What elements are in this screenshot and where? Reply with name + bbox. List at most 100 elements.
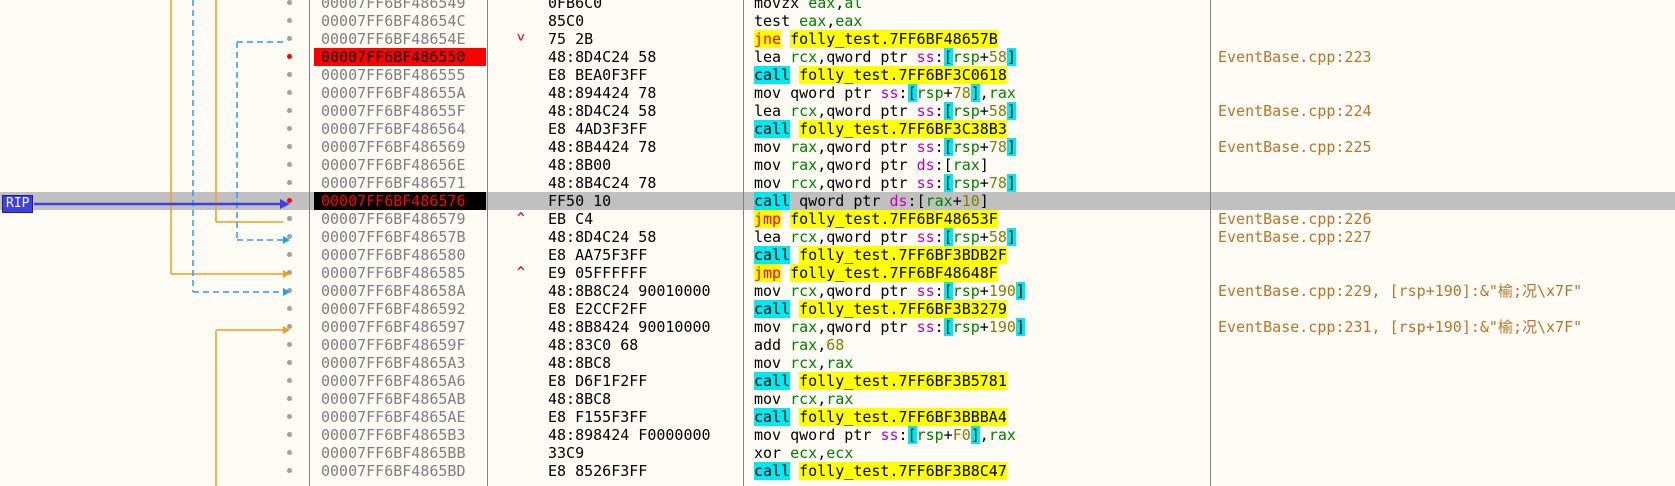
operand-seg: ss [880,426,899,444]
disassembly-cell[interactable]: mov rax,qword ptr ds:[rax] [754,156,989,174]
jump-up-arrow-icon: ^ [517,211,525,226]
disassembly-cell[interactable]: test eax,eax [754,12,862,30]
address-cell: 00007FF6BF486597 [321,318,466,336]
disassembly-cell[interactable]: call qword ptr ds:[rax+10] [754,192,989,210]
disassembly-cell[interactable]: call folly_test.7FF6BF3B8C47 [754,462,1007,480]
operand-sz: qword ptr [826,174,917,192]
disassembly-cell[interactable]: jmp folly_test.7FF6BF48653F [754,210,998,228]
operand-op: : [934,228,944,246]
disassembly-cell[interactable]: mov rax,qword ptr ss:[rsp+78] [754,138,1016,156]
disassembly-cell[interactable]: mov rax,qword ptr ss:[rsp+190] [754,318,1025,336]
operand-reg: rsp [952,102,980,120]
operand-target: folly_test.7FF6BF3BBBA4 [799,408,1007,426]
address-cell: 00007FF6BF486564 [321,120,466,138]
operand-reg: ecx [826,444,854,462]
comment-cell: EventBase.cpp:229, [rsp+190]:&"榆;况\x7F" [1218,282,1583,300]
operand-op: , [817,282,827,300]
operand-op: + [979,138,989,156]
operand-op: , [979,84,989,102]
operand-op: + [979,228,989,246]
operand-reg: rsp [952,174,980,192]
disassembly-cell[interactable]: mov qword ptr ss:[rsp+78],rax [754,84,1016,102]
address-cell: 00007FF6BF4865A3 [321,354,466,372]
address-cell: 00007FF6BF4865AE [321,408,466,426]
mnemonic: mov [754,354,782,372]
disassembly-cell[interactable]: call folly_test.7FF6BF3BBBA4 [754,408,1007,426]
mnemonic: mov [754,390,782,408]
operand-target: folly_test.7FF6BF3C38B3 [799,120,1007,138]
operand-reg: rsp [916,84,944,102]
operand-op: , [817,174,827,192]
comment-cell: EventBase.cpp:227 [1218,228,1372,246]
bytes-cell: E8 AA75F3FF [548,246,648,264]
operand-br: [ [943,138,953,156]
arrow-head-icon [283,270,290,278]
bytes-cell: 0FB6C0 [548,0,603,12]
address-cell: 00007FF6BF4865AB [321,390,466,408]
disassembly-cell[interactable]: mov rcx,rax [754,354,853,372]
mnemonic: jne [754,30,782,48]
operand-op: : [934,156,944,174]
disassembly-cell[interactable]: lea rcx,qword ptr ss:[rsp+58] [754,102,1016,120]
disassembly-cell[interactable]: movzx eax,al [754,0,862,12]
disassembly-cell[interactable]: mov rcx,rax [754,390,853,408]
disassembly-cell[interactable]: mov rcx,qword ptr ss:[rsp+190] [754,282,1025,300]
disassembly-cell[interactable]: lea rcx,qword ptr ss:[rsp+58] [754,48,1016,66]
bytes-cell: E8 E2CCF2FF [548,300,648,318]
mnemonic: mov [754,156,782,174]
operand-num: 58 [988,48,1007,66]
bytes-cell: 48:8B00 [548,156,612,174]
mnemonic: jmp [754,264,782,282]
operand-op: + [979,102,989,120]
bytes-cell: E9 05FFFFFF [548,264,648,282]
disassembly-cell[interactable]: jne folly_test.7FF6BF48657B [754,30,998,48]
operand-br: ] [1006,174,1016,192]
disassembly-cell[interactable]: call folly_test.7FF6BF3B3279 [754,300,1007,318]
operand-reg: rax [826,354,854,372]
address-cell: 00007FF6BF48656E [321,156,466,174]
mnemonic: call [754,192,791,210]
comment-cell: EventBase.cpp:231, [rsp+190]:&"榆;况\x7F" [1218,318,1583,336]
operand-op: : [934,318,944,336]
operand-op: : [934,102,944,120]
mnemonic: mov [754,282,782,300]
disassembly-cell[interactable]: add rax,68 [754,336,844,354]
address-cell: 00007FF6BF48654C [321,12,466,30]
arrow-head-icon [283,288,290,296]
disassembly-cell[interactable]: call folly_test.7FF6BF3B5781 [754,372,1007,390]
address-cell: 00007FF6BF486571 [321,174,466,192]
disassembly-cell[interactable]: mov qword ptr ss:[rsp+F0],rax [754,426,1016,444]
disassembly-cell[interactable]: call folly_test.7FF6BF3C38B3 [754,120,1007,138]
bytes-cell: 33C9 [548,444,585,462]
operand-sz: qword ptr [826,48,917,66]
disassembly-cell[interactable]: lea rcx,qword ptr ss:[rsp+58] [754,228,1016,246]
disassembly-cell[interactable]: call folly_test.7FF6BF3BDB2F [754,246,1007,264]
bytes-cell: 48:83C0 68 [548,336,639,354]
disassembly-cell[interactable]: jmp folly_test.7FF6BF48648F [754,264,998,282]
disassembly-cell[interactable]: call folly_test.7FF6BF3C0618 [754,66,1007,84]
operand-sz: qword ptr [790,426,881,444]
operand-brk: [ [943,156,953,174]
operand-reg: rsp [952,318,980,336]
mnemonic: call [754,66,791,84]
operand-seg: ss [916,174,935,192]
operand-brk: [ [916,192,926,210]
operand-brk: ] [979,156,989,174]
operand-op: + [952,192,962,210]
operand-op: + [979,282,989,300]
disassembly-cell[interactable]: xor ecx,ecx [754,444,853,462]
arrow-head-icon [283,326,290,334]
operand-num: F0 [952,426,971,444]
disassembly-cell[interactable]: mov rcx,qword ptr ss:[rsp+78] [754,174,1016,192]
